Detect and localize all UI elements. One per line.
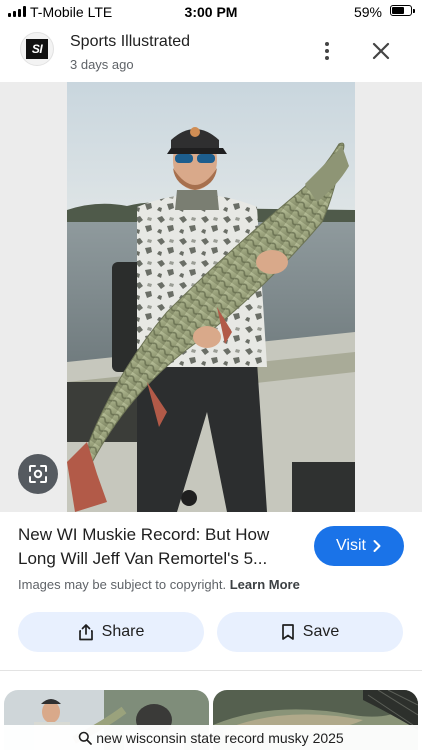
more-options-button[interactable] [316,38,338,64]
source-date: 3 days ago [70,57,134,72]
search-icon [78,731,93,745]
share-label: Share [101,623,145,640]
more-vert-icon [325,42,329,60]
result-photo[interactable] [67,82,355,512]
visit-label: Visit [336,537,366,554]
lens-button[interactable] [18,454,58,494]
source-name[interactable]: Sports Illustrated [70,33,190,51]
battery-percent: 59% [353,4,382,20]
source-header: SI Sports Illustrated 3 days ago [0,28,422,78]
lens-icon [29,465,47,483]
source-logo[interactable]: SI [20,32,54,66]
source-logo-mark: SI [26,39,48,59]
image-viewer[interactable] [0,82,422,512]
battery-icon [390,5,415,16]
share-button[interactable]: Share [18,612,204,652]
search-bar[interactable]: new wisconsin state record musky 2025 [0,725,422,750]
share-icon [78,624,93,641]
save-label: Save [302,623,340,640]
result-title[interactable]: New WI Muskie Record: But How Long Will … [18,523,303,571]
copyright-notice: Images may be subject to copyright. Lear… [18,577,300,592]
close-icon [372,42,390,60]
chevron-right-icon [373,540,381,552]
copyright-text: Images may be subject to copyright. [18,577,227,592]
close-button[interactable] [368,38,394,64]
bookmark-icon [281,624,294,640]
save-button[interactable]: Save [217,612,403,652]
search-query: new wisconsin state record musky 2025 [96,729,344,746]
learn-more-link[interactable]: Learn More [230,577,300,592]
visit-button[interactable]: Visit [314,526,404,566]
divider [0,670,422,671]
status-bar: T-Mobile LTE 3:00 PM 59% [0,0,422,24]
